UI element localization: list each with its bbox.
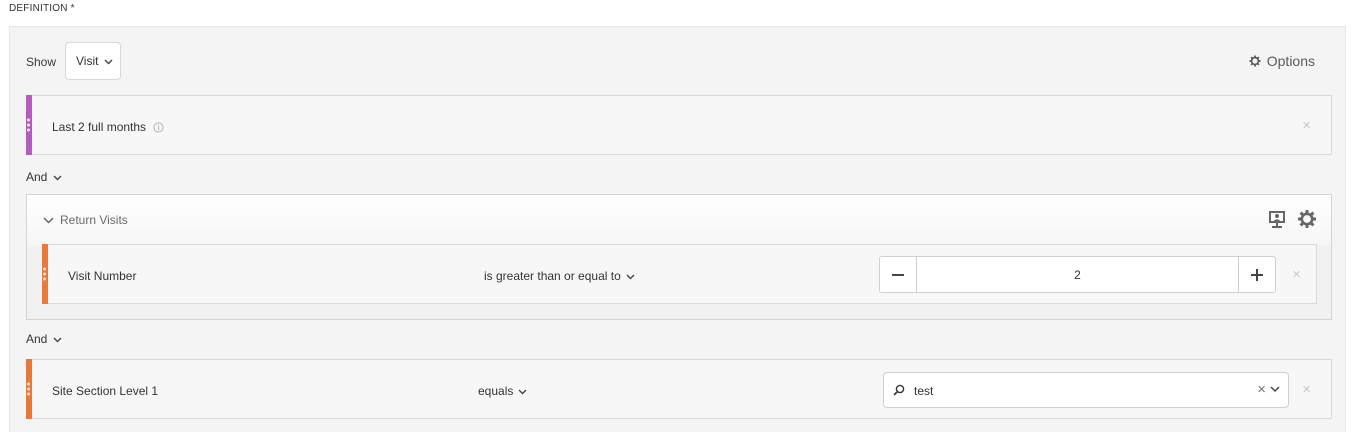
drag-handle[interactable]	[26, 359, 32, 419]
chevron-down-icon	[43, 213, 54, 227]
clear-icon[interactable]: ×	[1257, 381, 1266, 398]
rule-row-date-range[interactable]: Last 2 full months ×	[26, 95, 1332, 155]
operator-label: is greater than or equal to	[484, 269, 621, 283]
show-label: Show	[26, 55, 57, 69]
minus-icon	[892, 273, 904, 276]
remove-rule-icon[interactable]: ×	[1302, 381, 1311, 398]
stepper-value[interactable]: 2	[917, 257, 1238, 292]
container-visibility-icon[interactable]	[1267, 209, 1287, 232]
container-collapse-toggle[interactable]: Return Visits	[43, 213, 128, 227]
chevron-down-icon	[53, 170, 62, 184]
operator-dropdown[interactable]: equals	[478, 384, 527, 398]
drag-handle[interactable]	[26, 95, 32, 155]
value-stepper[interactable]: 2	[879, 256, 1276, 293]
search-input[interactable]: test	[914, 384, 933, 398]
container-return-visits: Return Visits Visit Number is greater th…	[26, 194, 1332, 320]
rule-label: Last 2 full months	[52, 120, 147, 134]
plus-icon	[1251, 268, 1263, 281]
container-title: Return Visits	[60, 213, 128, 227]
decrement-button[interactable]	[880, 257, 917, 292]
remove-rule-icon[interactable]: ×	[1292, 266, 1301, 283]
chevron-down-icon	[104, 54, 113, 68]
definition-label: DEFINITION *	[9, 3, 75, 14]
operator-dropdown[interactable]: is greater than or equal to	[484, 269, 635, 283]
rule-label: Site Section Level 1	[52, 384, 159, 398]
value-search-combobox[interactable]: test ×	[883, 372, 1289, 408]
and-label: And	[26, 170, 48, 184]
info-icon[interactable]	[153, 122, 165, 133]
options-button[interactable]: Options	[1249, 53, 1315, 69]
increment-button[interactable]	[1238, 257, 1275, 292]
chevron-down-icon	[626, 269, 635, 283]
chevron-down-icon	[53, 332, 62, 346]
remove-rule-icon[interactable]: ×	[1302, 117, 1311, 134]
and-operator-dropdown[interactable]: And	[26, 332, 62, 346]
rule-row-site-section[interactable]: Site Section Level 1 equals test × ×	[26, 359, 1332, 419]
gear-icon	[1249, 55, 1261, 67]
chevron-down-icon	[518, 384, 527, 398]
container-header: Return Visits	[27, 195, 1331, 245]
rule-row-visit-number[interactable]: Visit Number is greater than or equal to…	[42, 244, 1317, 304]
rule-label: Visit Number	[68, 269, 137, 283]
chevron-down-icon[interactable]	[1270, 386, 1280, 393]
and-label: And	[26, 332, 48, 346]
definition-panel: Show Visit Options Last 2 full months × …	[9, 26, 1346, 432]
operator-label: equals	[478, 384, 514, 398]
and-operator-dropdown[interactable]: And	[26, 170, 62, 184]
show-dropdown[interactable]: Visit	[65, 42, 121, 80]
options-label: Options	[1266, 53, 1315, 69]
show-dropdown-value: Visit	[76, 54, 99, 68]
drag-handle[interactable]	[42, 244, 48, 304]
gear-icon[interactable]	[1297, 209, 1317, 232]
search-icon	[893, 384, 905, 396]
